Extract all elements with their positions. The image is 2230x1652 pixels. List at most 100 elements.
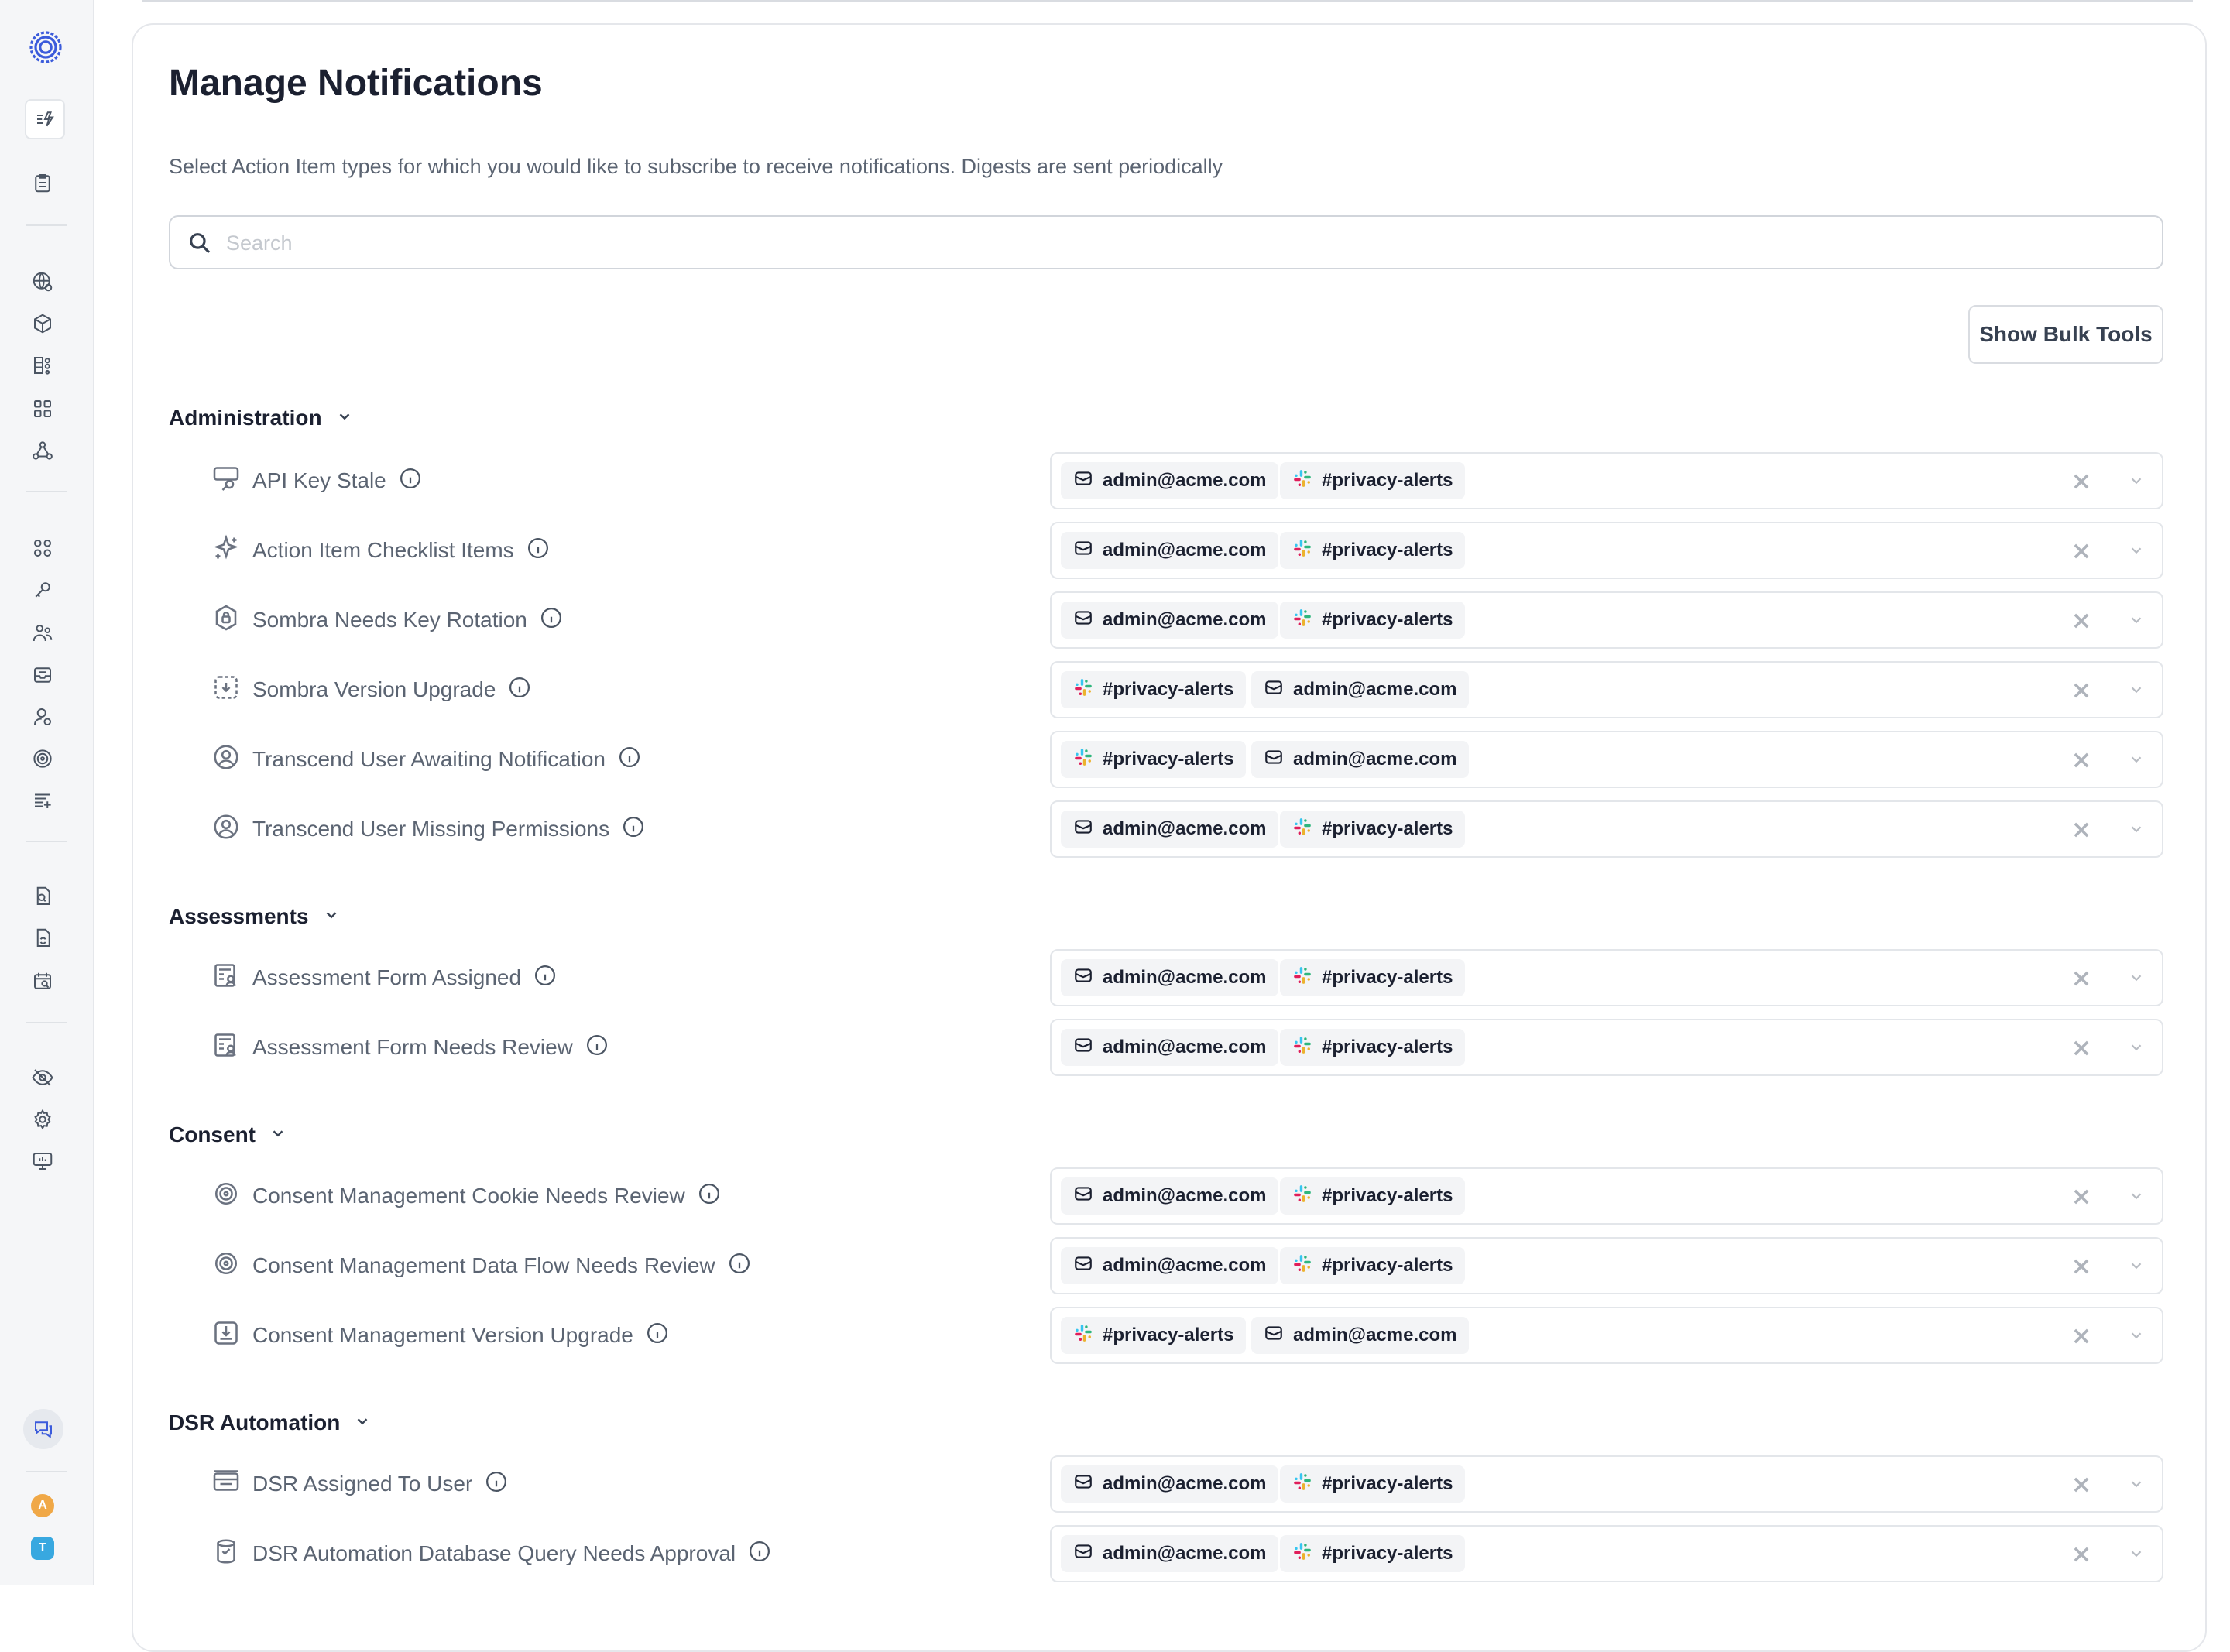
sidebar-integrations-icon[interactable]: [29, 534, 57, 562]
close-icon[interactable]: [2070, 680, 2092, 701]
sidebar-user-icon[interactable]: [29, 703, 57, 731]
avatar[interactable]: A: [31, 1494, 54, 1517]
sidebar-key-link-icon[interactable]: [29, 576, 57, 604]
recipients-select[interactable]: admin@acme.com #privacy-alerts: [1050, 1019, 2163, 1076]
sidebar-people-icon[interactable]: [29, 619, 57, 647]
close-icon[interactable]: [2070, 968, 2092, 989]
chevron-down-icon[interactable]: [2128, 1257, 2146, 1276]
email-recipient-chip[interactable]: admin@acme.com: [1061, 462, 1279, 499]
recipients-select[interactable]: admin@acme.com #privacy-alerts: [1050, 800, 2163, 858]
chevron-down-icon[interactable]: [336, 406, 353, 430]
close-icon[interactable]: [2070, 819, 2092, 841]
avatar[interactable]: T: [31, 1537, 54, 1560]
email-recipient-chip[interactable]: admin@acme.com: [1251, 741, 1470, 778]
slack-channel-chip[interactable]: #privacy-alerts: [1280, 532, 1466, 569]
info-icon[interactable]: [514, 536, 550, 565]
email-recipient-chip[interactable]: admin@acme.com: [1061, 1247, 1279, 1284]
info-icon[interactable]: [685, 1182, 721, 1211]
close-icon[interactable]: [2070, 749, 2092, 771]
chevron-down-icon[interactable]: [2128, 681, 2146, 700]
chevron-down-icon[interactable]: [2128, 1545, 2146, 1564]
chevron-down-icon[interactable]: [2128, 472, 2146, 491]
info-icon[interactable]: [715, 1252, 751, 1280]
close-icon[interactable]: [2070, 1037, 2092, 1059]
sidebar-action-items-icon[interactable]: [25, 99, 65, 139]
slack-channel-chip[interactable]: #privacy-alerts: [1280, 602, 1466, 639]
search-box[interactable]: [169, 215, 2163, 269]
slack-channel-chip[interactable]: #privacy-alerts: [1280, 1535, 1466, 1572]
chevron-down-icon[interactable]: [2128, 1039, 2146, 1057]
close-icon[interactable]: [2070, 1325, 2092, 1347]
sidebar-target-icon[interactable]: [29, 745, 57, 773]
recipients-select[interactable]: #privacy-alerts admin@acme.com: [1050, 731, 2163, 788]
search-input[interactable]: [225, 224, 2148, 262]
email-recipient-chip[interactable]: admin@acme.com: [1061, 602, 1279, 639]
email-recipient-chip[interactable]: admin@acme.com: [1061, 1465, 1279, 1503]
info-icon[interactable]: [633, 1321, 669, 1350]
recipients-select[interactable]: admin@acme.com #privacy-alerts: [1050, 591, 2163, 649]
chevron-down-icon[interactable]: [2128, 612, 2146, 630]
slack-channel-chip[interactable]: #privacy-alerts: [1061, 671, 1247, 708]
chevron-down-icon[interactable]: [323, 904, 340, 929]
recipients-select[interactable]: admin@acme.com #privacy-alerts: [1050, 1525, 2163, 1582]
email-recipient-chip[interactable]: admin@acme.com: [1061, 811, 1279, 848]
email-recipient-chip[interactable]: admin@acme.com: [1061, 1029, 1279, 1066]
info-icon[interactable]: [386, 467, 422, 495]
email-recipient-chip[interactable]: admin@acme.com: [1061, 1535, 1279, 1572]
sidebar-data-inventory-icon[interactable]: [29, 351, 57, 379]
chevron-down-icon[interactable]: [2128, 1327, 2146, 1345]
info-icon[interactable]: [527, 606, 563, 635]
slack-channel-chip[interactable]: #privacy-alerts: [1061, 741, 1247, 778]
recipients-select[interactable]: admin@acme.com #privacy-alerts: [1050, 452, 2163, 509]
chevron-down-icon[interactable]: [2128, 1475, 2146, 1494]
recipients-select[interactable]: #privacy-alerts admin@acme.com: [1050, 1307, 2163, 1364]
slack-channel-chip[interactable]: #privacy-alerts: [1061, 1317, 1247, 1354]
recipients-select[interactable]: #privacy-alerts admin@acme.com: [1050, 661, 2163, 718]
sidebar-file-sync-icon[interactable]: [29, 924, 57, 952]
group-header-0[interactable]: Administration: [169, 406, 353, 430]
email-recipient-chip[interactable]: admin@acme.com: [1251, 1317, 1470, 1354]
info-icon[interactable]: [496, 676, 531, 704]
recipients-select[interactable]: admin@acme.com #privacy-alerts: [1050, 522, 2163, 579]
recipients-select[interactable]: admin@acme.com #privacy-alerts: [1050, 1455, 2163, 1513]
chevron-down-icon[interactable]: [2128, 1188, 2146, 1206]
slack-channel-chip[interactable]: #privacy-alerts: [1280, 811, 1466, 848]
sidebar-list-icon[interactable]: [29, 787, 57, 814]
info-icon[interactable]: [521, 964, 557, 992]
info-icon[interactable]: [609, 815, 645, 844]
chevron-down-icon[interactable]: [2128, 751, 2146, 769]
group-header-2[interactable]: Consent: [169, 1122, 286, 1147]
sidebar-calendar-search-icon[interactable]: [29, 968, 57, 996]
info-icon[interactable]: [736, 1540, 771, 1568]
recipients-select[interactable]: admin@acme.com #privacy-alerts: [1050, 1167, 2163, 1225]
sidebar-document-search-icon[interactable]: [29, 883, 57, 910]
close-icon[interactable]: [2070, 1186, 2092, 1208]
info-icon[interactable]: [606, 745, 641, 774]
sidebar-cube-icon[interactable]: [29, 310, 57, 338]
sidebar-logo-icon[interactable]: [26, 28, 65, 67]
sidebar-chat-icon[interactable]: [23, 1409, 63, 1449]
sidebar-settings-icon[interactable]: [29, 1105, 57, 1133]
slack-channel-chip[interactable]: #privacy-alerts: [1280, 1177, 1466, 1215]
sidebar-connections-icon[interactable]: [29, 437, 57, 464]
info-icon[interactable]: [472, 1470, 508, 1499]
show-bulk-tools-button[interactable]: Show Bulk Tools: [1968, 305, 2163, 364]
chevron-down-icon[interactable]: [269, 1122, 286, 1147]
close-icon[interactable]: [2070, 1544, 2092, 1565]
email-recipient-chip[interactable]: admin@acme.com: [1251, 671, 1470, 708]
sidebar-apps-icon[interactable]: [29, 395, 57, 423]
recipients-select[interactable]: admin@acme.com #privacy-alerts: [1050, 949, 2163, 1006]
slack-channel-chip[interactable]: #privacy-alerts: [1280, 1247, 1466, 1284]
recipients-select[interactable]: admin@acme.com #privacy-alerts: [1050, 1237, 2163, 1294]
info-icon[interactable]: [573, 1033, 609, 1062]
close-icon[interactable]: [2070, 610, 2092, 632]
sidebar-eye-off-icon[interactable]: [29, 1064, 57, 1092]
group-header-1[interactable]: Assessments: [169, 904, 340, 929]
sidebar-globe-icon[interactable]: [29, 268, 57, 296]
email-recipient-chip[interactable]: admin@acme.com: [1061, 1177, 1279, 1215]
close-icon[interactable]: [2070, 471, 2092, 492]
slack-channel-chip[interactable]: #privacy-alerts: [1280, 1029, 1466, 1066]
close-icon[interactable]: [2070, 540, 2092, 562]
chevron-down-icon[interactable]: [2128, 821, 2146, 839]
chevron-down-icon[interactable]: [2128, 542, 2146, 560]
